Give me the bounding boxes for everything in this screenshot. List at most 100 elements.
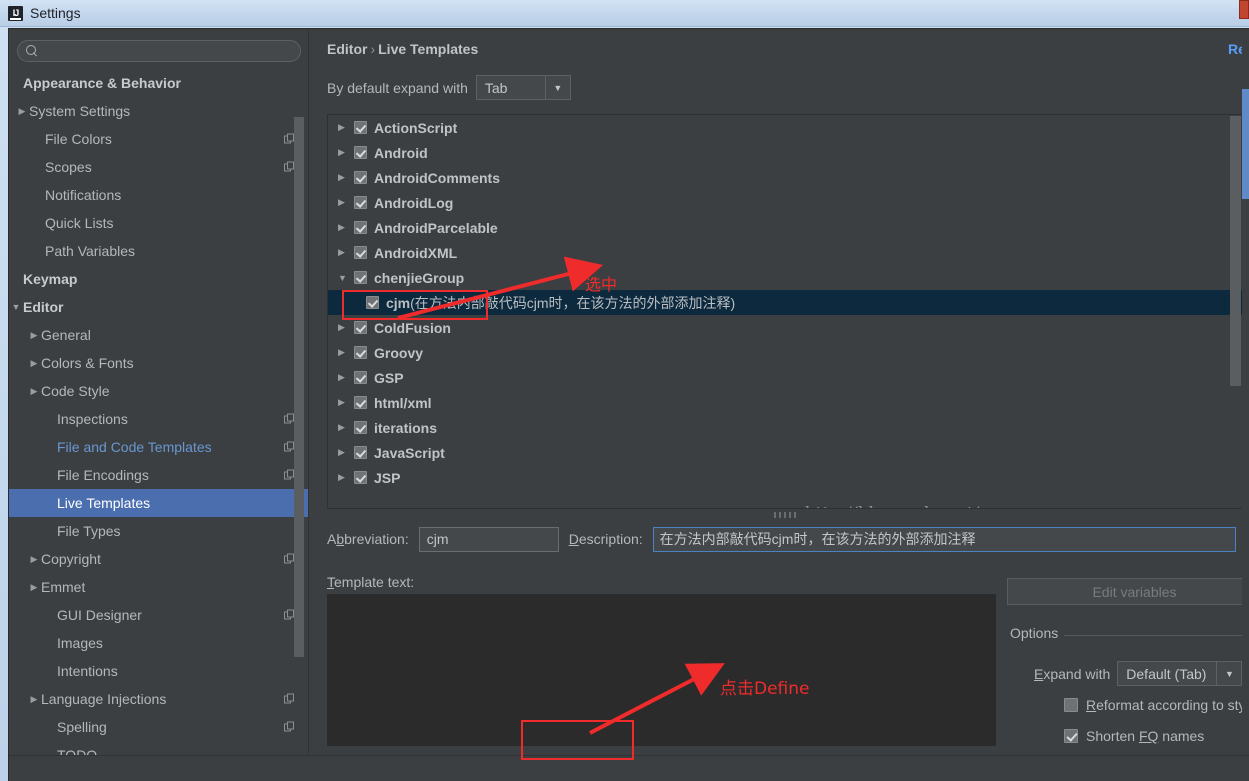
template-enabled-checkbox[interactable]: [354, 396, 367, 409]
template-enabled-checkbox[interactable]: [354, 446, 367, 459]
sidebar-item-gui-designer[interactable]: GUI Designer: [9, 601, 308, 629]
sidebar-item-file-and-code-templates[interactable]: File and Code Templates: [9, 433, 308, 461]
template-enabled-checkbox[interactable]: [354, 321, 367, 334]
template-group-row[interactable]: ▶ JavaScript: [328, 440, 1242, 465]
main-scrollbar[interactable]: [1242, 29, 1249, 756]
template-enabled-checkbox[interactable]: [354, 371, 367, 384]
shorten-fq-checkbox[interactable]: [1064, 729, 1078, 743]
sidebar-item-quick-lists[interactable]: Quick Lists: [9, 209, 308, 237]
chevron-right-icon[interactable]: ▶: [338, 222, 354, 233]
chevron-down-icon[interactable]: ▼: [338, 273, 354, 283]
sidebar-item-scopes[interactable]: Scopes: [9, 153, 308, 181]
chevron-right-icon[interactable]: ▶: [338, 422, 354, 433]
template-enabled-checkbox[interactable]: [354, 471, 367, 484]
template-group-row[interactable]: ▶ AndroidComments: [328, 165, 1242, 190]
chevron-right-icon[interactable]: ▶: [338, 247, 354, 258]
chevron-right-icon[interactable]: ▶: [27, 582, 41, 592]
copy-settings-icon[interactable]: [284, 721, 295, 733]
template-enabled-checkbox[interactable]: [354, 196, 367, 209]
sidebar-scrollbar[interactable]: [294, 117, 304, 657]
chevron-right-icon[interactable]: ▶: [338, 347, 354, 358]
template-group-row[interactable]: ▶ JSP: [328, 465, 1242, 490]
sidebar-item-inspections[interactable]: Inspections: [9, 405, 308, 433]
splitter-handle[interactable]: [327, 510, 1243, 520]
sidebar-item-images[interactable]: Images: [9, 629, 308, 657]
sidebar-item-file-encodings[interactable]: File Encodings: [9, 461, 308, 489]
sidebar-item-intentions[interactable]: Intentions: [9, 657, 308, 685]
sidebar-item-live-templates[interactable]: Live Templates: [9, 489, 308, 517]
sidebar-item-copyright[interactable]: ▶ Copyright: [9, 545, 308, 573]
chevron-right-icon[interactable]: ▶: [338, 172, 354, 183]
search-input[interactable]: [44, 42, 294, 60]
chevron-down-icon[interactable]: ▼: [9, 302, 23, 312]
expand-with-combo[interactable]: Default (Tab) ▼: [1117, 661, 1243, 686]
sidebar-item-emmet[interactable]: ▶ Emmet: [9, 573, 308, 601]
close-icon[interactable]: [1239, 0, 1249, 19]
sidebar-item-spelling[interactable]: Spelling: [9, 713, 308, 741]
sidebar-item-editor[interactable]: ▼ Editor: [9, 293, 308, 321]
sidebar-item-notifications[interactable]: Notifications: [9, 181, 308, 209]
template-group-row[interactable]: ▼ chenjieGroup: [328, 265, 1242, 290]
template-group-row[interactable]: ▶ iterations: [328, 415, 1242, 440]
sidebar-item-code-style[interactable]: ▶ Code Style: [9, 377, 308, 405]
template-group-row[interactable]: ▶ Android: [328, 140, 1242, 165]
template-group-row[interactable]: ▶ html/xml: [328, 390, 1242, 415]
breadcrumb-root[interactable]: Editor: [327, 41, 367, 57]
templates-scrollbar[interactable]: [1230, 116, 1241, 386]
edit-variables-button[interactable]: Edit variables: [1007, 578, 1249, 605]
chevron-right-icon[interactable]: ▶: [27, 554, 41, 564]
chevron-right-icon[interactable]: ▶: [27, 694, 41, 704]
template-enabled-checkbox[interactable]: [354, 246, 367, 259]
copy-settings-icon[interactable]: [284, 693, 295, 705]
sidebar-item-todo[interactable]: TODO: [9, 741, 308, 756]
chevron-right-icon[interactable]: ▶: [27, 330, 41, 340]
chevron-right-icon[interactable]: ▶: [27, 386, 41, 396]
template-enabled-checkbox[interactable]: [354, 221, 367, 234]
sidebar-item-keymap[interactable]: Keymap: [9, 265, 308, 293]
template-group-row[interactable]: ▶ AndroidLog: [328, 190, 1242, 215]
chevron-right-icon[interactable]: ▶: [338, 447, 354, 458]
description-input[interactable]: [652, 526, 1236, 552]
template-group-row[interactable]: ▶ AndroidXML: [328, 240, 1242, 265]
sidebar-item-colors-fonts[interactable]: ▶ Colors & Fonts: [9, 349, 308, 377]
chevron-right-icon[interactable]: ▶: [338, 122, 354, 133]
template-group-row[interactable]: ▶ GSP: [328, 365, 1242, 390]
template-group-row[interactable]: cjm (在方法内部敲代码cjm时，在该方法的外部添加注释): [328, 290, 1242, 315]
template-enabled-checkbox[interactable]: [354, 171, 367, 184]
chevron-right-icon[interactable]: ▶: [338, 322, 354, 333]
sidebar-item-general[interactable]: ▶ General: [9, 321, 308, 349]
chevron-right-icon[interactable]: ▶: [27, 358, 41, 368]
chevron-right-icon[interactable]: ▶: [338, 197, 354, 208]
template-group-row[interactable]: ▶ ColdFusion: [328, 315, 1242, 340]
template-enabled-checkbox[interactable]: [354, 346, 367, 359]
chevron-right-icon[interactable]: ▶: [338, 372, 354, 383]
sidebar-item-file-types[interactable]: File Types: [9, 517, 308, 545]
sidebar-item-appearance-behavior[interactable]: Appearance & Behavior: [9, 69, 308, 97]
reformat-checkbox[interactable]: [1064, 698, 1078, 712]
sidebar-item-file-colors[interactable]: File Colors: [9, 125, 308, 153]
chevron-right-icon[interactable]: ▶: [15, 106, 29, 116]
abbreviation-input[interactable]: [418, 526, 559, 552]
chevron-down-icon[interactable]: ▼: [544, 76, 570, 99]
reformat-checkbox-row[interactable]: Reformat according to style: [1064, 697, 1249, 713]
template-group-row[interactable]: ▶ Groovy: [328, 340, 1242, 365]
sidebar-item-path-variables[interactable]: Path Variables: [9, 237, 308, 265]
template-enabled-checkbox[interactable]: [366, 296, 379, 309]
template-group-row[interactable]: ▶ AndroidParcelable: [328, 215, 1242, 240]
template-group-row[interactable]: ▶ ActionScript: [328, 115, 1242, 140]
templates-tree-panel[interactable]: ▶ ActionScript ▶ Android ▶ AndroidComments ▶ An…: [327, 114, 1243, 509]
template-enabled-checkbox[interactable]: [354, 421, 367, 434]
shorten-fq-checkbox-row[interactable]: Shorten FQ names: [1064, 728, 1204, 744]
template-enabled-checkbox[interactable]: [354, 121, 367, 134]
sidebar-item-language-injections[interactable]: ▶ Language Injections: [9, 685, 308, 713]
chevron-right-icon[interactable]: ▶: [338, 472, 354, 483]
chevron-down-icon[interactable]: ▼: [1216, 662, 1242, 685]
chevron-right-icon[interactable]: ▶: [338, 397, 354, 408]
sidebar-item-system-settings[interactable]: ▶ System Settings: [9, 97, 308, 125]
template-enabled-checkbox[interactable]: [354, 271, 367, 284]
template-text-editor[interactable]: [327, 594, 996, 746]
search-box[interactable]: [17, 40, 301, 62]
chevron-right-icon[interactable]: ▶: [338, 147, 354, 158]
default-expand-combo[interactable]: Tab ▼: [475, 75, 571, 100]
template-enabled-checkbox[interactable]: [354, 146, 367, 159]
